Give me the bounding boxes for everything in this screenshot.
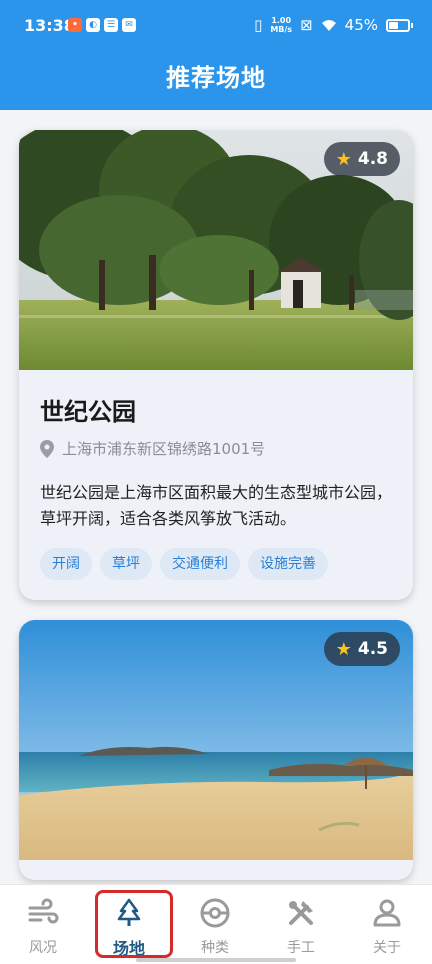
- app-notification-icon: ☰: [104, 18, 118, 32]
- status-right: ▯ 1.00 MB/s ⊠ 45%: [254, 16, 413, 34]
- tag-chip: 交通便利: [160, 548, 240, 580]
- venue-card[interactable]: ★ 4.8 世纪公园 上海市浦东新区锦绣路1001号 世纪公园是上海市区面积最大…: [19, 130, 413, 600]
- app-header: 13:38 • ◐ ☰ ✉ ▯ 1.00 MB/s ⊠ 45% 推荐场地: [0, 0, 432, 110]
- nav-item-wind[interactable]: 风况: [0, 885, 86, 964]
- nav-item-types[interactable]: 种类: [172, 885, 258, 964]
- notification-icons: • ◐ ☰ ✉: [68, 18, 136, 32]
- rating-badge: ★ 4.5: [323, 632, 400, 666]
- nav-label: 关于: [373, 940, 401, 956]
- venue-name: 世纪公园: [40, 398, 136, 426]
- venue-address-text: 上海市浦东新区锦绣路1001号: [62, 440, 266, 458]
- venue-card[interactable]: ★ 4.5: [19, 620, 413, 880]
- tag-chip: 开阔: [40, 548, 92, 580]
- venue-tags: 开阔 草坪 交通便利 设施完善: [40, 548, 328, 580]
- tag-chip: 设施完善: [248, 548, 328, 580]
- nav-label: 种类: [201, 940, 229, 956]
- app-notification-icon: ◐: [86, 18, 100, 32]
- wind-icon: [28, 898, 59, 924]
- sim-icon: ⊠: [300, 16, 313, 34]
- tools-icon: [289, 901, 313, 925]
- nav-label: 手工: [287, 940, 315, 956]
- person-icon: [373, 899, 401, 927]
- rating-value: 4.8: [357, 149, 388, 169]
- battery-icon: [386, 18, 413, 32]
- venue-address: 上海市浦东新区锦绣路1001号: [40, 438, 265, 459]
- star-icon: ★: [335, 638, 352, 660]
- rating-value: 4.5: [357, 639, 388, 659]
- wifi-icon: [321, 19, 336, 31]
- nav-label: 风况: [29, 940, 57, 956]
- nav-item-about[interactable]: 关于: [344, 885, 430, 964]
- rating-badge: ★ 4.8: [323, 142, 400, 176]
- home-indicator[interactable]: [136, 958, 296, 962]
- mail-icon: ✉: [122, 18, 136, 32]
- network-speed: 1.00 MB/s: [270, 16, 293, 34]
- venue-description: 世纪公园是上海市区面积最大的生态型城市公园，草坪开阔，适合各类风筝放飞活动。: [40, 483, 393, 528]
- location-pin-icon: [40, 439, 54, 458]
- venue-photo-park: ★ 4.8: [19, 130, 413, 370]
- pokeball-icon: [200, 898, 230, 928]
- tag-chip: 草坪: [100, 548, 152, 580]
- battery-percent: 45%: [344, 16, 378, 34]
- status-bar: 13:38 • ◐ ☰ ✉ ▯ 1.00 MB/s ⊠ 45%: [0, 0, 432, 52]
- selection-highlight: [95, 890, 173, 958]
- nav-item-crafts[interactable]: 手工: [258, 885, 344, 964]
- star-icon: ★: [335, 148, 352, 170]
- app-notification-icon: •: [68, 18, 82, 32]
- venue-photo-beach: ★ 4.5: [19, 620, 413, 860]
- vibrate-icon: ▯: [254, 16, 263, 34]
- bottom-navigation: 风况 场地 种类 手工 关于: [0, 884, 432, 964]
- page-title: 推荐场地: [166, 64, 266, 92]
